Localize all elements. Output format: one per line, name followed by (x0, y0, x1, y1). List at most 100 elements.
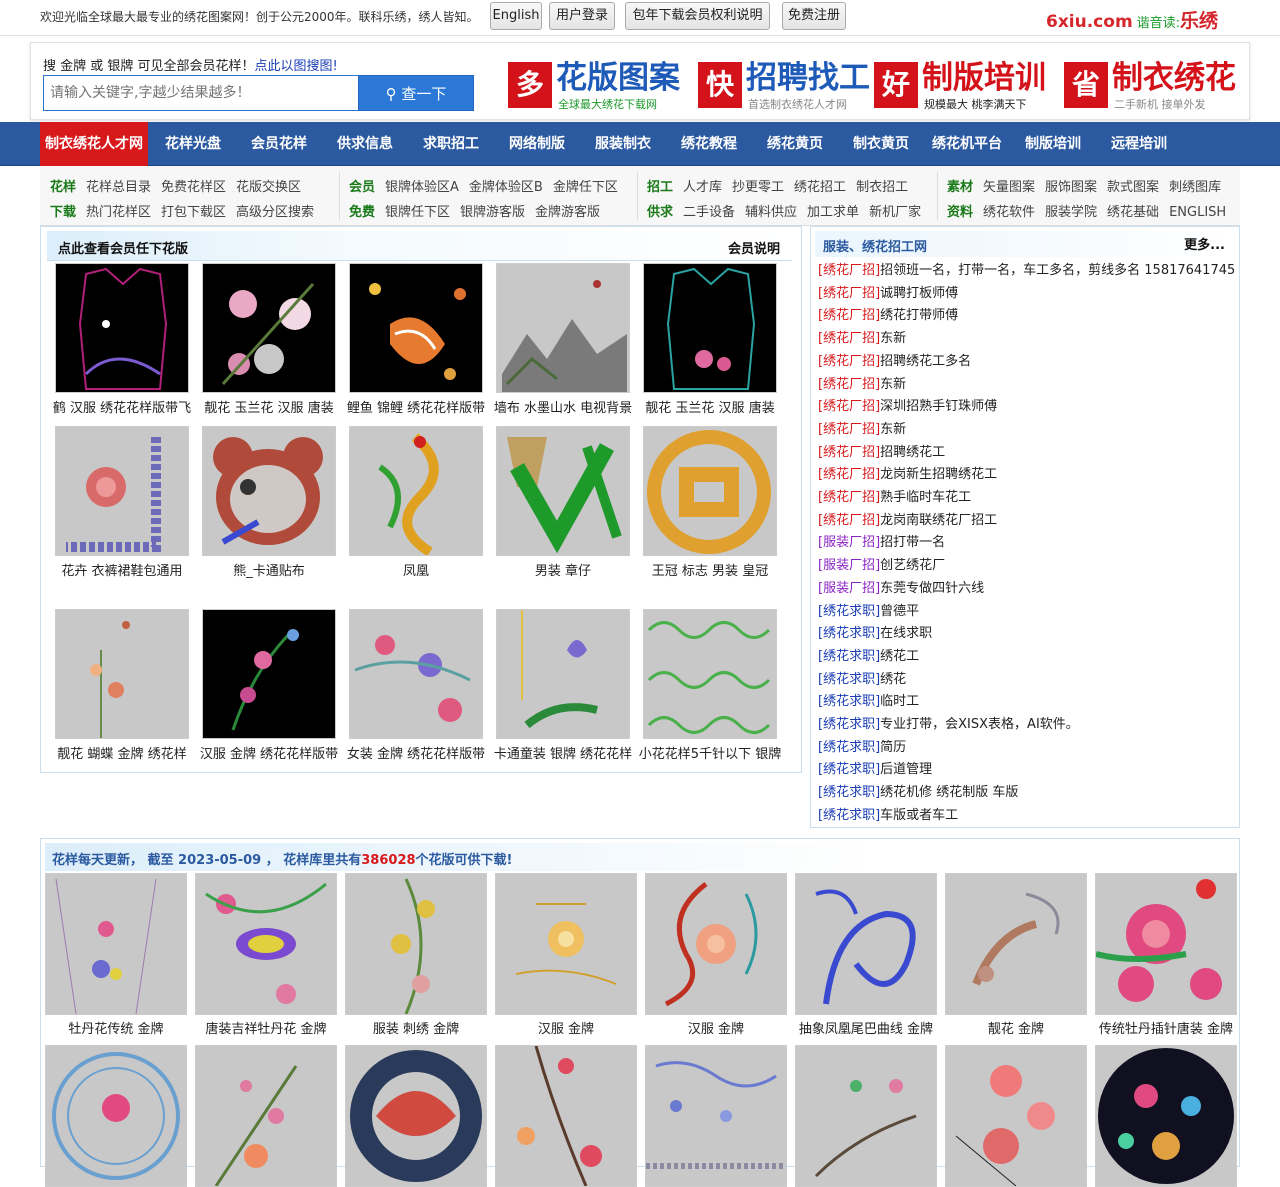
job-category-tag[interactable]: [绣花厂招] (818, 286, 880, 301)
latest-pattern-card[interactable] (491, 1045, 641, 1187)
job-post[interactable]: [服装厂招]招打带一名 (818, 531, 945, 550)
job-category-tag[interactable]: [绣花厂招] (818, 422, 880, 437)
job-post[interactable]: [绣花厂招]东新 (818, 418, 906, 437)
pattern-thumbnail[interactable] (202, 263, 336, 393)
job-title[interactable]: 东新 (880, 377, 906, 392)
pattern-caption[interactable]: 汉服 金牌 绣花花样版带 (196, 743, 342, 762)
latest-pattern-card[interactable]: 唐装吉祥牡丹花 金牌 (191, 873, 341, 1037)
pattern-thumbnail[interactable] (55, 263, 189, 393)
job-category-tag[interactable]: [绣花厂招] (818, 490, 880, 505)
job-title[interactable]: 车版或者车工 (880, 808, 958, 823)
pattern-thumbnail[interactable] (345, 1045, 487, 1187)
job-title[interactable]: 绣花打带师傅 (880, 308, 958, 323)
vip-panel-title[interactable]: 点此查看会员任下花版 (58, 238, 188, 257)
pattern-caption[interactable]: 鹤 汉服 绣花花样版带飞 (49, 397, 195, 416)
pattern-thumbnail[interactable] (55, 609, 189, 739)
pattern-caption[interactable]: 服装 刺绣 金牌 (341, 1018, 491, 1037)
job-post[interactable]: [绣花求职]临时工 (818, 690, 919, 709)
subnav-link[interactable]: 绣花招工 (794, 180, 846, 195)
job-post[interactable]: [绣花求职]在线求职 (818, 622, 932, 641)
vip-pattern-card[interactable]: 靓花 蝴蝶 金牌 绣花样 (49, 609, 195, 762)
job-category-tag[interactable]: [绣花求职] (818, 626, 880, 641)
pattern-thumbnail[interactable] (202, 609, 336, 739)
job-title[interactable]: 临时工 (880, 694, 919, 709)
pattern-thumbnail[interactable] (195, 873, 337, 1015)
job-post[interactable]: [绣花求职]后道管理 (818, 758, 932, 777)
job-category-tag[interactable]: [服装厂招] (818, 535, 880, 550)
login-button[interactable]: 用户登录 (549, 2, 615, 30)
job-category-tag[interactable]: [绣花求职] (818, 694, 880, 709)
vip-pattern-card[interactable]: 男装 章仔 (490, 426, 636, 579)
pattern-thumbnail[interactable] (345, 873, 487, 1015)
pattern-thumbnail[interactable] (195, 1045, 337, 1187)
subnav-link[interactable]: 矢量图案 (983, 180, 1035, 195)
pattern-thumbnail[interactable] (1095, 1045, 1237, 1187)
latest-pattern-card[interactable] (341, 1045, 491, 1187)
job-title[interactable]: 绣花 (880, 672, 906, 687)
job-category-tag[interactable]: [绣花厂招] (818, 377, 880, 392)
subnav-link[interactable]: 二手设备 (683, 205, 735, 220)
latest-pattern-card[interactable]: 传统牡丹插针唐装 金牌 (1091, 873, 1241, 1037)
vip-pattern-card[interactable]: 靓花 玉兰花 汉服 唐装 (637, 263, 783, 416)
job-post[interactable]: [绣花厂招]东新 (818, 373, 906, 392)
job-category-tag[interactable]: [绣花厂招] (818, 331, 880, 346)
pattern-thumbnail[interactable] (349, 263, 483, 393)
vip-pattern-card[interactable]: 墙布 水墨山水 电视背景 (490, 263, 636, 416)
nav-item-10[interactable]: 制衣黄页 (838, 122, 924, 166)
pattern-caption[interactable]: 汉服 金牌 (491, 1018, 641, 1037)
vip-pattern-card[interactable]: 靓花 玉兰花 汉服 唐装 (196, 263, 342, 416)
subnav-link[interactable]: 花版交换区 (236, 180, 301, 195)
nav-item-4[interactable]: 供求信息 (322, 122, 408, 166)
pattern-caption[interactable]: 花卉 衣裤裙鞋包通用 (49, 560, 195, 579)
latest-pattern-card[interactable] (941, 1045, 1091, 1187)
latest-pattern-card[interactable]: 汉服 金牌 (641, 873, 791, 1037)
latest-pattern-card[interactable] (641, 1045, 791, 1187)
job-post[interactable]: [绣花厂招]熟手临时车花工 (818, 486, 971, 505)
latest-pattern-card[interactable] (41, 1045, 191, 1187)
nav-item-1[interactable]: 制衣绣花人才网 (40, 122, 148, 166)
vip-pattern-card[interactable]: 卡通童装 银牌 绣花花样 (490, 609, 636, 762)
subnav-link[interactable]: 绣花软件 (983, 205, 1035, 220)
subnav-link[interactable]: 制衣招工 (856, 180, 908, 195)
pattern-caption[interactable]: 女装 金牌 绣花花样版带 (343, 743, 489, 762)
pattern-caption[interactable]: 熊_卡通贴布 (196, 560, 342, 579)
job-category-tag[interactable]: [绣花求职] (818, 672, 880, 687)
job-post[interactable]: [绣花求职]绣花机修 绣花制版 车版 (818, 781, 1018, 800)
pattern-thumbnail[interactable] (643, 609, 777, 739)
pattern-thumbnail[interactable] (496, 609, 630, 739)
job-title[interactable]: 龙岗南联绣花厂招工 (880, 513, 997, 528)
pattern-caption[interactable]: 牡丹花传统 金牌 (41, 1018, 191, 1037)
pattern-caption[interactable]: 靓花 蝴蝶 金牌 绣花样 (49, 743, 195, 762)
pattern-thumbnail[interactable] (645, 873, 787, 1015)
pattern-thumbnail[interactable] (202, 426, 336, 556)
job-title[interactable]: 东新 (880, 331, 906, 346)
pattern-caption[interactable]: 鲤鱼 锦鲤 绣花花样版带 (343, 397, 489, 416)
nav-item-13[interactable]: 远程培训 (1096, 122, 1182, 166)
subnav-link[interactable]: 热门花样区 (86, 205, 151, 220)
latest-pattern-card[interactable]: 汉服 金牌 (491, 873, 641, 1037)
job-post[interactable]: [服装厂招]东莞专做四针六线 (818, 577, 984, 596)
latest-pattern-card[interactable] (791, 1045, 941, 1187)
job-category-tag[interactable]: [绣花求职] (818, 717, 880, 732)
job-category-tag[interactable]: [服装厂招] (818, 581, 880, 596)
pattern-thumbnail[interactable] (495, 873, 637, 1015)
job-post[interactable]: [绣花厂招]深圳招熟手钉珠师傅 (818, 395, 997, 414)
nav-item-6[interactable]: 网络制版 (494, 122, 580, 166)
subnav-link[interactable]: 辅料供应 (745, 205, 797, 220)
pattern-caption[interactable]: 凤凰 (343, 560, 489, 579)
job-category-tag[interactable]: [绣花求职] (818, 604, 880, 619)
job-post[interactable]: [绣花求职]绣花工 (818, 645, 919, 664)
pattern-caption[interactable]: 唐装吉祥牡丹花 金牌 (191, 1018, 341, 1037)
pattern-caption[interactable]: 王冠 标志 男装 皇冠 (637, 560, 783, 579)
site-logo[interactable]: 6xiu.com 谐音读:乐绣 (1046, 6, 1218, 33)
latest-pattern-card[interactable]: 靓花 金牌 (941, 873, 1091, 1037)
pattern-caption[interactable]: 靓花 玉兰花 汉服 唐装 (637, 397, 783, 416)
nav-item-8[interactable]: 绣花教程 (666, 122, 752, 166)
pattern-caption[interactable]: 靓花 玉兰花 汉服 唐装 (196, 397, 342, 416)
job-post[interactable]: [绣花厂招]龙岗新生招聘绣花工 (818, 463, 997, 482)
pattern-thumbnail[interactable] (349, 426, 483, 556)
subnav-link[interactable]: 金牌任下区 (553, 180, 618, 195)
job-category-tag[interactable]: [绣花厂招] (818, 354, 880, 369)
vip-pattern-card[interactable]: 小花花样5千针以下 银牌 (637, 609, 783, 762)
job-title[interactable]: 绣花机修 绣花制版 车版 (880, 785, 1018, 800)
